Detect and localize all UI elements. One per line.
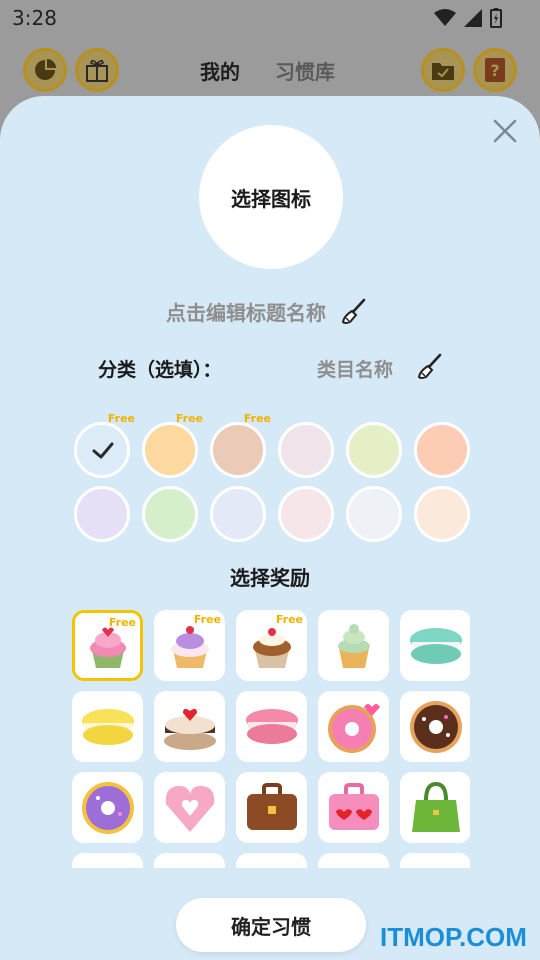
reward-item[interactable] [318,772,389,843]
cupcake-green-icon [337,623,370,668]
reward-item[interactable] [236,691,307,762]
color-swatch[interactable] [346,422,402,478]
bag-pink-hearts-icon [328,782,379,830]
cupcake-cherry-icon [252,627,291,668]
brush-icon[interactable] [416,353,442,379]
reward-item[interactable]: Free [72,610,143,681]
color-row [74,486,470,542]
free-badge: Free [108,616,136,629]
confirm-habit-button[interactable]: 确定习惯 [176,898,366,952]
category-row: 分类（选填）： 类目名称 [98,353,458,383]
watermark: ITMOP.COM [380,922,527,952]
reward-item[interactable] [154,853,225,868]
reward-item[interactable] [400,610,470,681]
cake-heart-icon [163,708,216,750]
donut-heart-pink-icon [165,785,214,832]
reward-item[interactable] [318,610,389,681]
reward-item[interactable] [154,691,225,762]
battery-icon [490,8,502,28]
cupcake-purple-icon [170,625,209,668]
reward-item[interactable]: Free [154,610,225,681]
category-label: 分类（选填）： [98,359,222,381]
svg-text:?: ? [490,61,499,80]
free-badge: Free [175,412,203,425]
wifi-icon [434,9,456,26]
color-swatch[interactable] [142,486,198,542]
color-swatch[interactable] [74,486,130,542]
color-palette: Free Free Free [74,412,470,550]
reward-item[interactable] [400,853,470,868]
color-swatch[interactable] [414,422,470,478]
free-badge: Free [193,613,221,626]
signal-icon [464,9,482,27]
free-badge: Free [107,412,135,425]
reward-item[interactable] [318,853,389,868]
reward-item[interactable] [72,691,143,762]
category-input[interactable]: 类目名称 [317,355,393,382]
color-row: Free Free Free [74,412,470,478]
reward-item[interactable] [400,691,470,762]
reward-item[interactable] [154,772,225,843]
top-bar: 我的 习惯库 ? [0,44,540,96]
donut-purple-icon [81,781,134,834]
color-swatch[interactable]: Free [210,412,271,478]
status-icons [434,8,502,28]
select-icon-label: 选择图标 [231,186,311,211]
reward-item[interactable] [236,853,307,868]
gift-button[interactable] [75,48,119,92]
check-icon [92,442,114,459]
help-icon: ? [485,58,505,82]
briefcase-brown-icon [246,782,297,830]
status-bar: 3:28 [0,0,540,36]
donut-pink-heart-icon [327,703,380,753]
folder-check-icon [432,63,454,80]
tab-habit-library[interactable]: 习惯库 [275,56,335,85]
free-badge: Free [243,412,271,425]
free-badge: Free [275,613,303,626]
title-placeholder: 点击编辑标题名称 [166,300,326,325]
reward-item[interactable] [236,772,307,843]
color-swatch[interactable] [346,486,402,542]
stats-button[interactable] [23,48,67,92]
donut-chocolate-icon [409,700,462,753]
tab-mine[interactable]: 我的 [200,56,240,85]
reward-item[interactable] [72,853,143,868]
reward-section-title: 选择奖励 [230,566,310,590]
confirm-label: 确定习惯 [231,914,311,939]
color-swatch[interactable] [414,486,470,542]
reward-grid: Free Free Free [72,610,470,868]
reward-item[interactable] [400,772,470,843]
create-habit-sheet: 选择图标 点击编辑标题名称 分类（选填）： 类目名称 Free Free Fre… [0,96,540,960]
color-swatch[interactable]: Free [74,412,135,478]
handbag-green-icon [411,781,460,832]
color-swatch[interactable] [210,486,266,542]
pie-chart-icon [35,59,56,80]
reward-item[interactable]: Free [236,610,307,681]
status-time: 3:28 [12,6,57,30]
color-swatch[interactable] [278,422,334,478]
macaron-mint-icon [409,627,462,664]
reward-item[interactable] [72,772,143,843]
help-button[interactable]: ? [473,48,517,92]
gift-icon [86,59,108,82]
macaron-pink-icon [245,708,298,744]
brush-icon [341,298,366,324]
reward-item[interactable] [318,691,389,762]
folder-button[interactable] [421,48,465,92]
color-swatch[interactable] [278,486,334,542]
macaron-yellow-icon [81,708,134,745]
title-edit-field[interactable]: 点击编辑标题名称 [166,296,366,326]
color-swatch[interactable]: Free [142,412,203,478]
select-icon-button[interactable]: 选择图标 [199,125,343,269]
close-icon[interactable] [492,118,518,144]
